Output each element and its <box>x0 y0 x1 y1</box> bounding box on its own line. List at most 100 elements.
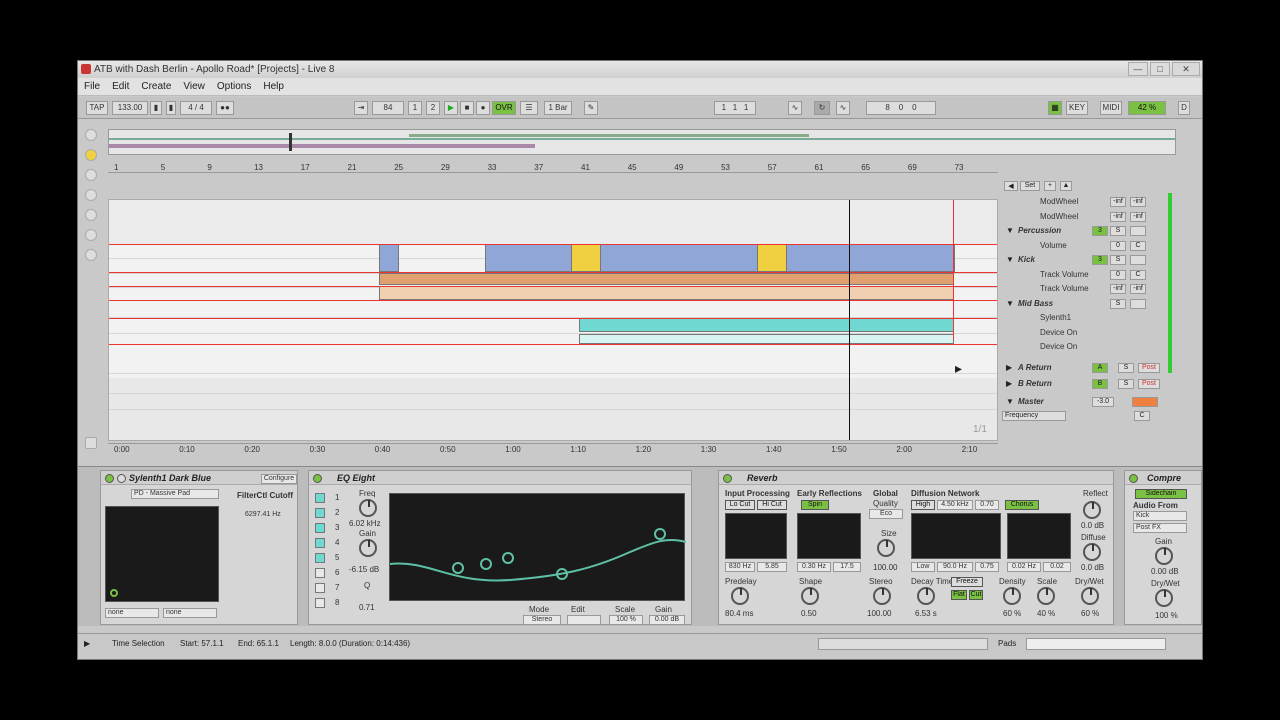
record-icon[interactable]: ● <box>476 101 490 115</box>
places-icon[interactable] <box>85 189 97 201</box>
collapse-icon[interactable]: ▲ <box>1060 181 1072 191</box>
menu-help[interactable]: Help <box>263 81 284 92</box>
device-power-icon[interactable] <box>1129 474 1138 483</box>
mixer-value-field[interactable]: C <box>1130 269 1146 280</box>
master-param-select[interactable]: Frequency <box>1002 410 1066 421</box>
eq-band-toggle[interactable] <box>315 493 325 503</box>
device-power-icon[interactable] <box>105 474 114 483</box>
track-name[interactable]: Mid Bass <box>1018 297 1080 311</box>
size-value[interactable]: 100.00 <box>873 563 897 572</box>
tap-point-select[interactable]: Post FX <box>1133 523 1187 533</box>
er-amount-value[interactable]: 17.5 <box>833 562 861 572</box>
device-fold-icon[interactable] <box>117 474 126 483</box>
clip[interactable] <box>379 244 399 272</box>
automation-line[interactable] <box>109 272 997 273</box>
chorus-rate-value[interactable]: 0.02 Hz <box>1007 562 1041 572</box>
master-volume-field[interactable]: -3.0 <box>1092 396 1114 407</box>
gain-value[interactable]: 0.00 dB <box>1151 567 1179 576</box>
high-damp-value[interactable]: 0.70 <box>975 500 999 510</box>
follow-icon[interactable]: ⇥ <box>354 101 368 115</box>
eq-band-toggle[interactable] <box>315 508 325 518</box>
quality-select[interactable]: Eco <box>869 509 903 519</box>
automation-line[interactable] <box>109 300 997 301</box>
master-cue-field[interactable] <box>1132 396 1158 407</box>
input-width-value[interactable]: 5.85 <box>757 562 787 572</box>
return-post-button[interactable]: Post <box>1138 362 1160 373</box>
fold-track-icon[interactable]: ▼ <box>1006 297 1014 311</box>
automation-param-select[interactable]: Track Volume <box>1040 268 1102 282</box>
mixer-value-field[interactable]: -inf <box>1130 284 1146 294</box>
midi-track-selector[interactable] <box>818 638 988 650</box>
shape-value[interactable]: 0.50 <box>801 609 817 618</box>
minimize-button[interactable]: — <box>1128 62 1148 76</box>
menu-create[interactable]: Create <box>141 81 171 92</box>
low-damp-value[interactable]: 0.75 <box>975 562 999 572</box>
density-value[interactable]: 60 % <box>1003 609 1021 618</box>
fold-track-icon[interactable]: ▼ <box>1006 224 1014 238</box>
configure-button[interactable]: Configure <box>261 474 297 484</box>
return-post-button[interactable]: Post <box>1138 378 1160 389</box>
reflect-knob[interactable] <box>1083 501 1101 519</box>
overdub-button[interactable]: OVR <box>492 101 516 115</box>
edit-toggle[interactable] <box>567 615 601 625</box>
diffuse-value[interactable]: 0.0 dB <box>1081 563 1104 572</box>
input-filter-display[interactable] <box>725 513 787 559</box>
mixer-value-field[interactable]: C <box>1130 240 1146 251</box>
browser-icon[interactable] <box>85 129 97 141</box>
status-play-icon[interactable]: ▶ <box>84 634 90 654</box>
xy-pad[interactable] <box>105 506 219 602</box>
fold-track-icon[interactable]: ▼ <box>1006 253 1014 267</box>
key-map-button[interactable]: KEY <box>1066 101 1088 115</box>
input-freq-value[interactable]: 830 Hz <box>725 562 755 572</box>
chorus-amount-value[interactable]: 0.02 <box>1043 562 1071 572</box>
nav-left-icon[interactable]: ◀ <box>1004 181 1018 191</box>
mixer-value-field[interactable]: S <box>1110 226 1126 236</box>
reflect-value[interactable]: 0.0 dB <box>1081 521 1104 530</box>
clip[interactable] <box>757 244 787 272</box>
x-param-select[interactable]: none <box>105 608 159 618</box>
spin-button[interactable]: Spin <box>801 500 829 510</box>
low-freq-value[interactable]: 90.0 Hz <box>937 562 973 572</box>
hi-cut-button[interactable]: Hi Cut <box>757 500 787 510</box>
mixer-value-field[interactable]: -inf <box>1110 284 1126 294</box>
live-devices-icon[interactable] <box>85 149 97 161</box>
automation-param-select[interactable]: ModWheel <box>1040 195 1102 209</box>
decay-time-knob[interactable] <box>917 587 935 605</box>
loop-length-field[interactable]: 8 0 0 <box>866 101 936 115</box>
preset-select[interactable]: PD - Massive Pad <box>131 489 219 499</box>
low-button[interactable]: Low <box>911 562 935 572</box>
dry-wet-value[interactable]: 100 % <box>1155 611 1178 620</box>
menu-view[interactable]: View <box>183 81 205 92</box>
eq-band-toggle[interactable] <box>315 523 325 533</box>
position-beat-field[interactable]: 1 <box>408 101 422 115</box>
eq-band-toggle[interactable] <box>315 583 325 593</box>
fold-track-icon[interactable]: ▼ <box>1006 395 1014 409</box>
mixer-value-field[interactable]: 0 <box>1110 269 1126 280</box>
automation-param-select[interactable]: ModWheel <box>1040 210 1102 224</box>
gain-value[interactable]: -6.15 dB <box>349 565 379 574</box>
beat-time-ruler[interactable]: 1 5 9 13 17 21 25 29 33 37 41 45 49 53 57 61 65 69 73 <box>108 163 998 173</box>
return-solo-button[interactable]: S <box>1118 362 1134 373</box>
return-track-name[interactable]: B Return <box>1018 377 1080 391</box>
er-spin-display[interactable] <box>797 513 861 559</box>
eq-band-toggle[interactable] <box>315 553 325 563</box>
quantize-select[interactable]: 1 Bar <box>544 101 572 115</box>
shape-knob[interactable] <box>801 587 819 605</box>
audio-from-select[interactable]: Kick <box>1133 511 1187 521</box>
fold-track-icon[interactable]: ▶ <box>1006 377 1012 391</box>
menu-file[interactable]: File <box>84 81 100 92</box>
predelay-value[interactable]: 80.4 ms <box>725 609 753 618</box>
decay-time-value[interactable]: 6.53 s <box>915 609 937 618</box>
mixer-value-field[interactable]: S <box>1110 255 1126 265</box>
diffuse-knob[interactable] <box>1083 543 1101 561</box>
scale-value[interactable]: 100 % <box>609 615 643 625</box>
return-track-name[interactable]: A Return <box>1018 361 1080 375</box>
mixer-value-field[interactable] <box>1130 255 1146 265</box>
fold-track-icon[interactable]: ▶ <box>1006 361 1012 375</box>
mixer-value-field[interactable]: 0 <box>1110 240 1126 251</box>
device-power-icon[interactable] <box>723 474 732 483</box>
automation-line[interactable] <box>109 344 997 345</box>
lo-cut-button[interactable]: Lo Cut <box>725 500 755 510</box>
chorus-display[interactable] <box>1007 513 1071 559</box>
tempo-field[interactable]: 133.00 <box>112 101 148 115</box>
